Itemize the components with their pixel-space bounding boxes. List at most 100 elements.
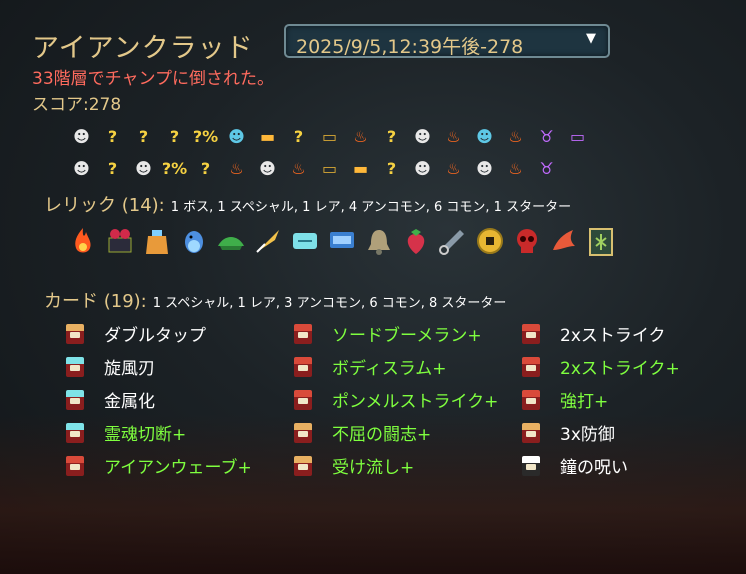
card-type-icon xyxy=(520,389,542,411)
card-entry[interactable]: ソードブーメラン+ xyxy=(292,320,520,347)
score-text: スコア:278 xyxy=(32,95,122,115)
chevron-down-icon: ▼ xyxy=(586,31,596,46)
relics-header: レリック (14): 1 ボス, 1 スペシャル, 1 レア, 4 アンコモン, … xyxy=(44,191,571,217)
card-entry[interactable]: 鐘の呪い xyxy=(520,452,720,479)
map-node-boss-icon[interactable]: ♉ xyxy=(531,156,562,180)
map-node-shop-icon[interactable]: ☻ xyxy=(469,124,500,148)
relic-turnip-icon[interactable] xyxy=(212,222,249,260)
map-node-monster-icon[interactable]: ☻ xyxy=(66,124,97,148)
card-name: ボディスラム+ xyxy=(332,359,447,379)
card-name: 2xストライク xyxy=(560,326,666,346)
card-entry[interactable]: 受け流し+ xyxy=(292,452,520,479)
death-message: 33階層でチャンプに倒された。 xyxy=(32,69,274,89)
card-name: 霊魂切断+ xyxy=(104,425,187,445)
map-node-elite-icon[interactable]: ♨ xyxy=(345,124,376,148)
card-entry[interactable]: ポンメルストライク+ xyxy=(292,386,520,413)
map-node-event-icon[interactable]: ?% xyxy=(190,124,221,148)
map-node-unknown-icon[interactable]: ? xyxy=(97,156,128,180)
relic-ticket-icon[interactable] xyxy=(286,222,323,260)
relic-burning-blood-icon[interactable] xyxy=(64,222,101,260)
card-name: 不屈の闘志+ xyxy=(332,425,432,445)
map-node-monster-icon[interactable]: ☻ xyxy=(66,156,97,180)
card-name: 3x防御 xyxy=(560,425,615,445)
map-node-event-icon[interactable]: ?% xyxy=(159,156,190,180)
card-entry[interactable]: 霊魂切断+ xyxy=(64,419,292,446)
map-node-unknown-icon[interactable]: ? xyxy=(159,124,190,148)
relic-coin-icon[interactable] xyxy=(471,222,508,260)
card-entry[interactable]: 2xストライク+ xyxy=(520,353,720,380)
relics-label: レリック (14): xyxy=(44,195,165,216)
relic-black-box-icon[interactable] xyxy=(101,222,138,260)
card-name: ポンメルストライク+ xyxy=(332,392,499,412)
map-node-unknown-icon[interactable]: ? xyxy=(128,124,159,148)
card-type-icon xyxy=(520,356,542,378)
card-name: 鐘の呪い xyxy=(560,458,628,478)
map-node-treasure-icon[interactable]: ▭ xyxy=(314,124,345,148)
run-selector-value: 2025/9/5,12:39午後-278 xyxy=(296,36,524,58)
card-entry[interactable]: 2xストライク xyxy=(520,320,720,347)
run-selector-dropdown[interactable]: 2025/9/5,12:39午後-278 ▼ xyxy=(284,24,610,58)
relic-red-hand-icon[interactable] xyxy=(545,222,582,260)
card-type-icon xyxy=(64,455,86,477)
map-node-unknown-icon[interactable]: ? xyxy=(376,156,407,180)
map-node-monster-icon[interactable]: ☻ xyxy=(128,156,159,180)
card-entry[interactable]: 3x防御 xyxy=(520,419,720,446)
map-node-unknown-icon[interactable]: ? xyxy=(190,156,221,180)
relic-pillow-icon[interactable] xyxy=(323,222,360,260)
map-node-unknown-icon[interactable]: ? xyxy=(376,124,407,148)
map-node-shop-icon[interactable]: ☻ xyxy=(221,124,252,148)
card-name: 2xストライク+ xyxy=(560,359,680,379)
card-type-icon xyxy=(292,389,314,411)
map-node-unknown-icon[interactable]: ? xyxy=(283,124,314,148)
card-type-icon xyxy=(64,389,86,411)
card-name: 受け流し+ xyxy=(332,458,415,478)
map-node-elite-icon[interactable]: ♨ xyxy=(500,124,531,148)
relic-bell-icon[interactable] xyxy=(360,222,397,260)
relic-strawberry-icon[interactable] xyxy=(397,222,434,260)
map-node-unknown-icon[interactable]: ? xyxy=(97,124,128,148)
map-node-elite-icon[interactable]: ♨ xyxy=(500,156,531,180)
card-entry[interactable]: 旋風刃 xyxy=(64,353,292,380)
map-node-monster-icon[interactable]: ☻ xyxy=(407,156,438,180)
map-node-boss-icon[interactable]: ♉ xyxy=(531,124,562,148)
map-node-treasure-icon[interactable]: ▭ xyxy=(314,156,345,180)
map-node-elite-icon[interactable]: ♨ xyxy=(438,124,469,148)
card-name: ソードブーメラン+ xyxy=(332,326,482,346)
map-node-elite-icon[interactable]: ♨ xyxy=(283,156,314,180)
map-node-rest-icon[interactable]: ▬ xyxy=(252,124,283,148)
map-node-monster-icon[interactable]: ☻ xyxy=(469,156,500,180)
card-name: 旋風刃 xyxy=(104,359,155,379)
map-node-rest-icon[interactable]: ▬ xyxy=(345,156,376,180)
card-entry[interactable]: 強打+ xyxy=(520,386,720,413)
map-node-monster-icon[interactable]: ☻ xyxy=(407,124,438,148)
character-title: アイアンクラッド xyxy=(32,33,254,64)
map-node-elite-icon[interactable]: ♨ xyxy=(221,156,252,180)
card-type-icon xyxy=(292,356,314,378)
card-type-icon xyxy=(520,422,542,444)
relic-specimen-icon[interactable] xyxy=(582,222,619,260)
relic-red-skull-icon[interactable] xyxy=(508,222,545,260)
card-type-icon xyxy=(292,323,314,345)
card-name: ダブルタップ xyxy=(104,326,206,346)
card-type-icon xyxy=(64,356,86,378)
card-list: ダブルタップ ソードブーメラン+ 2xストライク旋風刃 ボディスラム+ 2xストライク+… xyxy=(64,320,720,479)
relic-blue-bird-icon[interactable] xyxy=(175,222,212,260)
card-entry[interactable]: ボディスラム+ xyxy=(292,353,520,380)
card-type-icon xyxy=(520,455,542,477)
card-entry[interactable]: 不屈の闘志+ xyxy=(292,419,520,446)
cards-header: カード (19): 1 スペシャル, 1 レア, 3 アンコモン, 6 コモン, … xyxy=(44,287,506,313)
card-entry[interactable]: ダブルタップ xyxy=(64,320,292,347)
path-row-1: ☻????% ☻ ▬? ▭ ♨? ☻ ♨ ☻ ♨ ♉ ▭ xyxy=(66,124,593,148)
map-node-chest-icon[interactable]: ▭ xyxy=(562,124,593,148)
card-type-icon xyxy=(292,455,314,477)
relic-bag-of-prep-icon[interactable] xyxy=(138,222,175,260)
relic-feather-pen-icon[interactable] xyxy=(249,222,286,260)
map-node-monster-icon[interactable]: ☻ xyxy=(252,156,283,180)
relic-kunai-icon[interactable] xyxy=(434,222,471,260)
card-type-icon xyxy=(64,422,86,444)
card-entry[interactable]: 金属化 xyxy=(64,386,292,413)
card-name: 強打+ xyxy=(560,392,609,412)
card-type-icon xyxy=(520,323,542,345)
card-entry[interactable]: アイアンウェーブ+ xyxy=(64,452,292,479)
map-node-elite-icon[interactable]: ♨ xyxy=(438,156,469,180)
